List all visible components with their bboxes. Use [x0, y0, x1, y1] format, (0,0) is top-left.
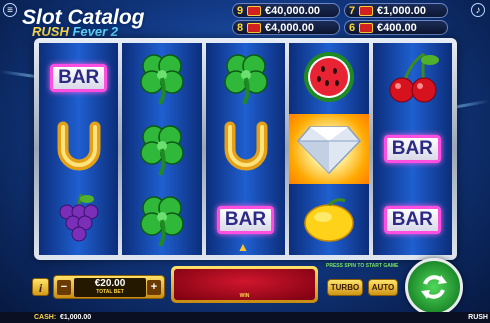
reel-1: BAR — [39, 43, 119, 255]
reel-frame: BAR BAR BAR BAR — [34, 38, 457, 260]
reel-5: BAR BAR — [372, 43, 453, 255]
reel-2 — [122, 43, 202, 255]
cash-value: €1,000.00 — [60, 314, 92, 321]
bet-decrease-button[interactable]: − — [57, 280, 71, 295]
game-title-word1: RUSH — [32, 24, 69, 39]
symbol-clover — [126, 189, 198, 251]
bet-increase-button[interactable]: + — [147, 280, 161, 295]
jackpot-8: 8 €4,000.00 — [232, 20, 340, 35]
grapes-icon — [59, 193, 99, 242]
symbol-clover — [126, 118, 198, 180]
symbol-diamond — [289, 114, 369, 184]
control-panel: i − €20.00 TOTAL BET + WIN PRESS SPIN TO… — [24, 258, 488, 316]
jackpot-panel: 9 €40,000.00 7 €1,000.00 8 €4,000.00 6 €… — [232, 3, 454, 37]
rush-icon — [359, 22, 373, 33]
auto-button[interactable]: AUTO — [368, 279, 398, 296]
cherries-icon — [389, 53, 440, 103]
win-panel: WIN — [174, 269, 315, 300]
clover-icon — [140, 54, 184, 106]
total-bet-label: TOTAL BET — [96, 289, 124, 295]
info-button[interactable]: i — [32, 278, 49, 296]
rush-icon — [247, 5, 261, 16]
cash-label: CASH: — [34, 314, 57, 321]
lemon-icon — [304, 198, 354, 242]
win-label: WIN — [239, 293, 250, 299]
jackpot-9: 9 €40,000.00 — [232, 3, 340, 18]
bet-control: − €20.00 TOTAL BET + — [53, 275, 165, 299]
symbol-clover — [126, 47, 198, 109]
jackpot-value: €40,000.00 — [265, 4, 321, 17]
symbol-grapes — [43, 189, 115, 251]
jackpot-value: €400.00 — [377, 21, 417, 34]
game-title-word2: Fever 2 — [72, 24, 119, 39]
bar-symbol-text: BAR — [383, 205, 441, 234]
symbol-horseshoe — [210, 118, 282, 180]
win-display: WIN — [171, 266, 318, 303]
jackpot-count: 6 — [348, 21, 356, 34]
sound-icon[interactable]: ♪ — [471, 3, 485, 17]
bet-display: €20.00 TOTAL BET — [74, 278, 146, 297]
watermelon-icon — [303, 52, 354, 102]
symbol-lemon — [293, 190, 365, 252]
jackpot-count: 8 — [236, 21, 244, 34]
bar-symbol-text: BAR — [216, 205, 275, 234]
clover-icon — [140, 125, 184, 177]
reels-area: BAR BAR BAR BAR — [39, 43, 453, 255]
symbol-watermelon — [293, 46, 365, 108]
horseshoe-icon — [224, 121, 268, 171]
status-message: PRESS SPIN TO START GAME — [326, 263, 399, 269]
status-bar: CASH: €1,000.00 RUSH — [0, 312, 490, 323]
bar-symbol-text: BAR — [383, 134, 441, 163]
symbol-cherries — [376, 47, 448, 109]
jackpot-6: 6 €400.00 — [344, 20, 448, 35]
symbol-bar: BAR — [376, 189, 448, 251]
symbol-bar: BAR — [43, 47, 115, 109]
reel-3: BAR — [205, 43, 286, 255]
win-line-arrow-icon: ▲ — [237, 240, 249, 254]
diamond-icon — [296, 126, 361, 175]
total-bet-value: €20.00 — [94, 278, 126, 289]
symbol-bar: BAR — [376, 118, 448, 180]
menu-icon[interactable]: ≡ — [3, 3, 17, 17]
jackpot-value: €4,000.00 — [265, 21, 314, 34]
rush-icon — [247, 22, 261, 33]
symbol-clover — [210, 47, 282, 109]
reel-4 — [289, 43, 369, 255]
jackpot-7: 7 €1,000.00 — [344, 3, 448, 18]
spin-arrows-icon — [421, 275, 447, 299]
spin-button[interactable] — [405, 258, 463, 316]
horseshoe-icon — [57, 121, 101, 171]
turbo-button[interactable]: TURBO — [327, 279, 363, 296]
rush-icon — [359, 5, 373, 16]
jackpot-count: 9 — [236, 4, 244, 17]
game-title: RUSH Fever 2 — [32, 24, 118, 39]
clover-icon — [223, 54, 268, 106]
jackpot-count: 7 — [348, 4, 356, 17]
bar-symbol-text: BAR — [50, 64, 108, 93]
symbol-horseshoe — [43, 118, 115, 180]
clover-icon — [140, 195, 184, 247]
jackpot-value: €1,000.00 — [377, 4, 426, 17]
brand-label: RUSH — [468, 314, 488, 321]
